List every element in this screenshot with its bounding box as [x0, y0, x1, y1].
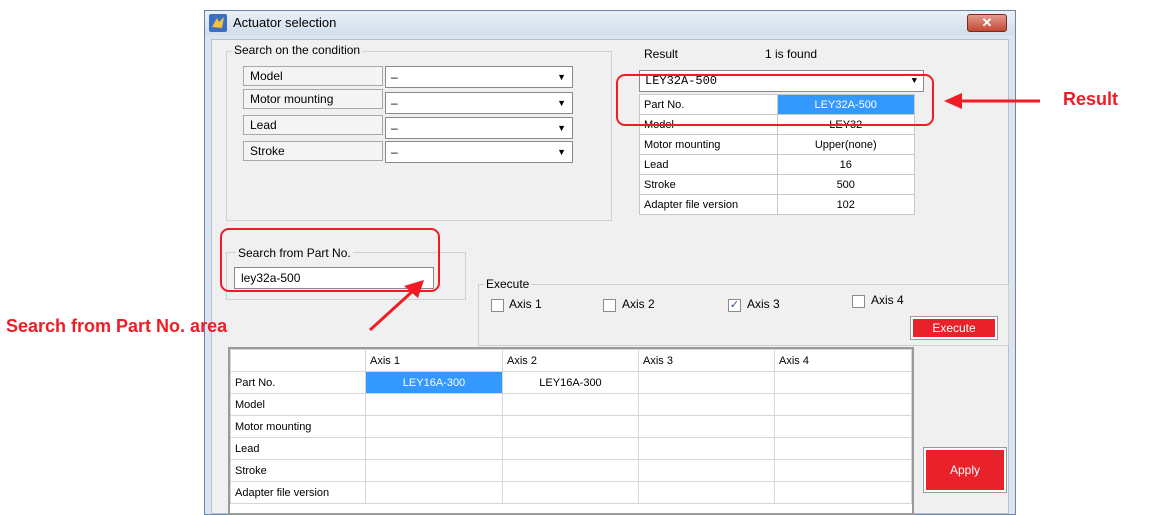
annotation-arrows — [368, 93, 1040, 332]
part-search-arrow-icon — [368, 280, 424, 332]
result-arrow-icon — [944, 93, 1040, 109]
result-annotation: Result — [1063, 89, 1119, 109]
part-search-annotation: Search from Part No. area — [6, 316, 228, 336]
